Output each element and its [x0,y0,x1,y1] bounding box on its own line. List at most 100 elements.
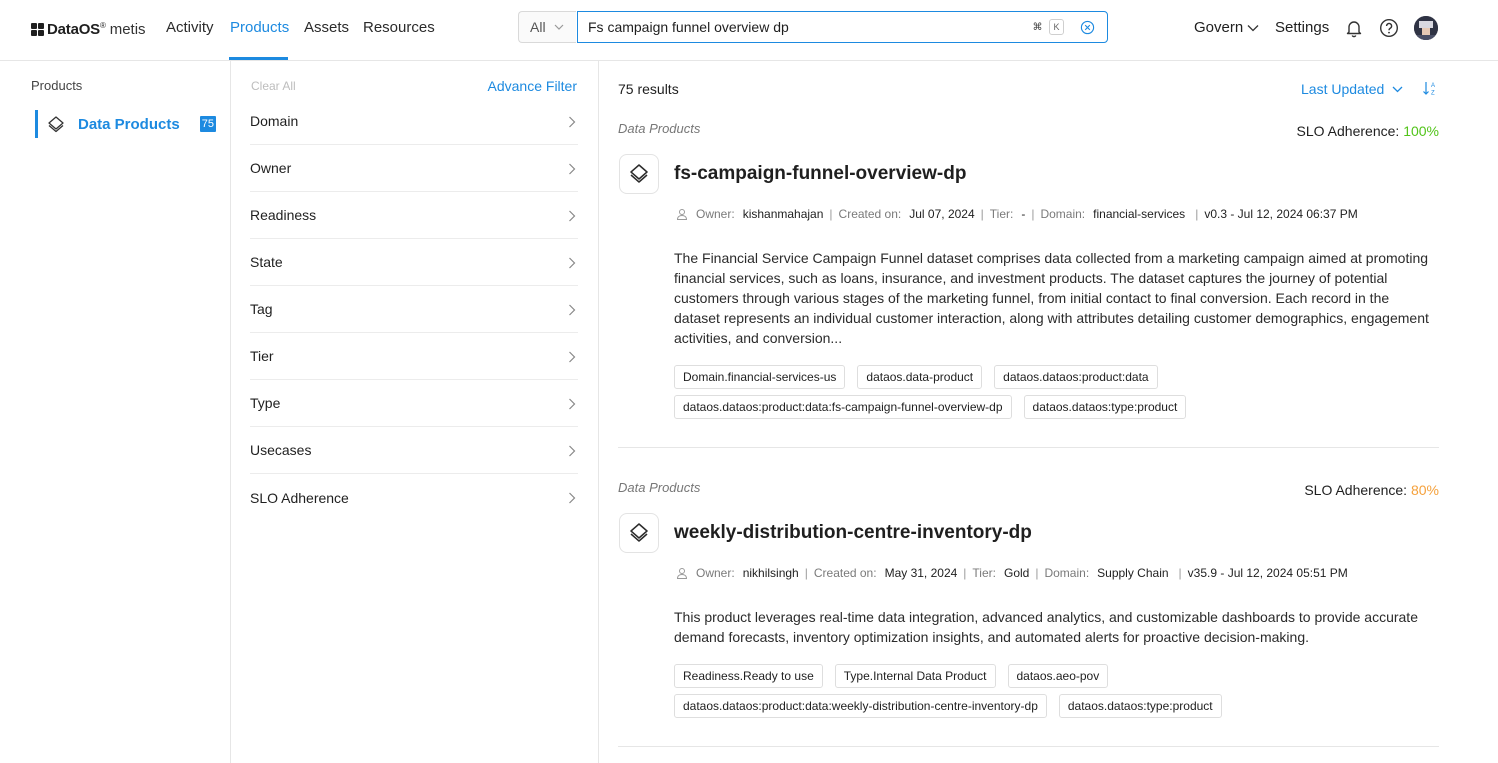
nav-activity[interactable]: Activity [166,19,214,36]
meta-separator: | [1195,207,1199,221]
data-product-icon[interactable] [619,513,659,553]
owner-label: Owner: [696,566,735,580]
tag-chip[interactable]: dataos.dataos:product:data:weekly-distri… [674,694,1047,718]
user-avatar[interactable] [1414,16,1438,40]
search-input[interactable] [588,19,1018,35]
shortcut-key-badge: K [1049,19,1064,35]
settings-link[interactable]: Settings [1275,19,1329,36]
result-card: Data Products SLO Adherence: 100% fs-cam… [618,121,1439,448]
chevron-right-icon [569,351,576,363]
result-card: Data Products SLO Adherence: 80% weekly-… [618,480,1439,747]
tier-label: Tier: [972,566,996,580]
filter-state[interactable]: State [250,239,578,286]
filter-panel: Clear All Advance Filter Domain Owner Re… [231,61,599,763]
domain-value: Supply Chain [1097,566,1169,580]
data-product-icon[interactable] [619,154,659,194]
search-scope-select[interactable]: All [518,11,576,43]
tag-list: Domain.financial-services-us dataos.data… [674,365,1438,419]
filter-readiness[interactable]: Readiness [250,192,578,239]
filter-owner[interactable]: Owner [250,145,578,192]
slo-adherence: SLO Adherence: 100% [1297,123,1439,139]
filter-tier[interactable]: Tier [250,333,578,380]
govern-menu[interactable]: Govern [1194,19,1259,36]
chevron-down-icon [1392,86,1403,92]
created-value: May 31, 2024 [884,566,958,580]
nav-active-indicator [229,57,288,60]
tag-chip[interactable]: dataos.dataos:product:data [994,365,1158,389]
filter-slo-adherence[interactable]: SLO Adherence [250,474,578,521]
slo-adherence: SLO Adherence: 80% [1304,482,1439,498]
brand-product: metis [109,20,146,38]
result-meta: Owner: kishanmahajan | Created on: Jul 0… [676,207,1358,221]
data-product-glyph-icon [630,523,648,542]
help-icon[interactable] [1379,18,1399,38]
top-bar: DataOS® metis Activity Products Assets R… [0,0,1498,61]
domain-label: Domain: [1044,566,1090,580]
filter-tag[interactable]: Tag [250,286,578,333]
result-kind: Data Products [618,480,701,495]
tag-chip[interactable]: Readiness.Ready to use [674,664,823,688]
owner-value: kishanmahajan [742,207,824,221]
meta-separator: | [1035,566,1039,580]
sort-label: Last Updated [1301,81,1385,97]
filter-usecases[interactable]: Usecases [250,427,578,474]
domain-value: financial-services [1093,207,1186,221]
sidebar-item-count: 75 [199,116,216,132]
result-title[interactable]: fs-campaign-funnel-overview-dp [674,163,966,185]
created-label: Created on: [838,207,902,221]
sort-select[interactable]: Last Updated [1301,81,1403,97]
result-title[interactable]: weekly-distribution-centre-inventory-dp [674,522,1032,544]
meta-separator: | [1031,207,1035,221]
nav-assets[interactable]: Assets [304,19,349,36]
brand-logo[interactable]: DataOS® metis [31,18,146,40]
clear-all-button[interactable]: Clear All [251,79,296,93]
chevron-right-icon [569,163,576,175]
search-scope-value: All [530,19,546,35]
govern-label: Govern [1194,19,1244,36]
slo-label: SLO Adherence: [1296,123,1400,139]
filter-domain[interactable]: Domain [250,98,578,145]
chevron-right-icon [569,445,576,457]
created-label: Created on: [813,566,877,580]
tier-label: Tier: [989,207,1014,221]
bell-icon[interactable] [1344,18,1364,38]
meta-separator: | [829,207,833,221]
svg-text:Z: Z [1431,91,1435,97]
tag-chip[interactable]: dataos.dataos:product:data:fs-campaign-f… [674,395,1012,419]
advance-filter-button[interactable]: Advance Filter [488,78,577,94]
sort-order-icon[interactable]: AZ [1422,80,1438,96]
result-description: The Financial Service Campaign Funnel da… [674,250,1429,346]
tier-value: Gold [1003,566,1030,580]
filter-type[interactable]: Type [250,380,578,427]
tag-chip[interactable]: dataos.dataos:type:product [1058,694,1222,718]
owner-label: Owner: [696,207,735,221]
chevron-down-icon [1247,24,1259,31]
chevron-right-icon [569,492,576,504]
nav-resources[interactable]: Resources [363,19,435,36]
sidebar: Products Data Products 75 [0,61,231,763]
nav-products[interactable]: Products [230,19,289,36]
data-product-icon [48,116,64,133]
tag-chip[interactable]: Type.Internal Data Product [834,664,996,688]
meta-separator: | [804,566,808,580]
filter-label: Readiness [250,207,317,223]
filter-label: Usecases [250,442,312,458]
filter-label: Type [250,395,281,411]
slo-value: 80% [1410,482,1439,498]
result-meta: Owner: nikhilsingh | Created on: May 31,… [676,566,1348,580]
chevron-right-icon [569,304,576,316]
filter-label: SLO Adherence [250,489,349,506]
sidebar-item-data-products[interactable]: Data Products 75 [35,110,216,138]
clear-search-icon[interactable] [1080,20,1095,35]
result-kind: Data Products [618,121,701,136]
chevron-right-icon [569,210,576,222]
avatar-image-icon [1414,16,1438,40]
tag-chip[interactable]: dataos.dataos:type:product [1023,395,1187,419]
chevron-down-icon [554,24,563,30]
tag-chip[interactable]: dataos.data-product [857,365,983,389]
brand-name: DataOS® [47,20,106,38]
filter-label: State [250,254,283,270]
tag-chip[interactable]: Domain.financial-services-us [674,365,846,389]
tag-chip[interactable]: dataos.aeo-pov [1007,664,1109,688]
filter-label: Owner [250,160,292,176]
